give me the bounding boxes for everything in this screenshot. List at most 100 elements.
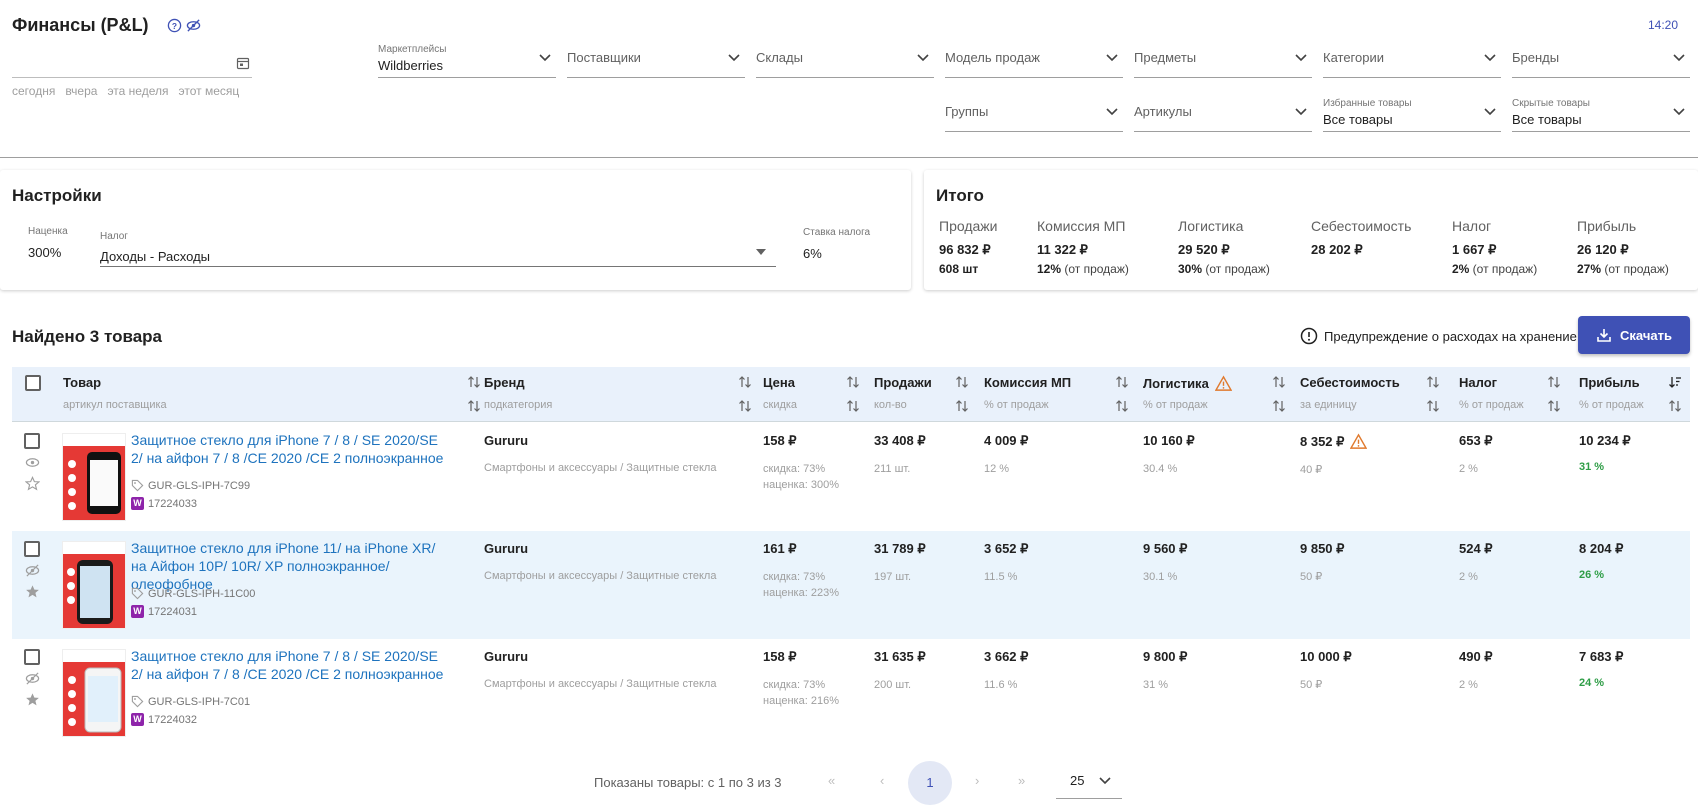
table-row[interactable]: Защитное стекло для iPhone 7 / 8 / SE 20… (12, 639, 1690, 747)
warning-icon[interactable] (1350, 433, 1368, 450)
sort-icon[interactable] (1272, 399, 1286, 413)
filter-brands[interactable]: Бренды (1512, 36, 1690, 78)
tax-rate-value: 6% (803, 246, 822, 261)
filter-placeholder: Модель продаж (945, 50, 1040, 65)
product-name-link[interactable]: Защитное стекло для iPhone 11/ на iPhone… (131, 539, 449, 593)
date-range-input[interactable] (12, 56, 252, 78)
page-size-select[interactable]: 25 (1056, 763, 1122, 799)
product-image[interactable] (62, 541, 126, 629)
sort-desc-icon[interactable] (1668, 375, 1682, 389)
star-outline-icon[interactable] (24, 476, 40, 491)
sort-icon[interactable] (1426, 375, 1440, 389)
eye-off-icon[interactable] (25, 671, 40, 686)
col-product[interactable]: Товар артикул поставщика (63, 367, 481, 422)
select-all-checkbox[interactable] (25, 375, 41, 391)
row-checkbox[interactable] (24, 433, 40, 449)
sort-icon[interactable] (1115, 399, 1129, 413)
dropdown-arrow-icon (756, 249, 766, 255)
brand-name: Gururu (484, 649, 529, 664)
totals-card: Итого Продажи 96 832 ₽ 608 шт Комиссия М… (924, 170, 1698, 290)
col-commission[interactable]: Комиссия МП % от продаж (984, 367, 1129, 422)
sort-icon[interactable] (738, 399, 752, 413)
col-profit[interactable]: Прибыль % от продаж (1579, 367, 1682, 422)
product-name-link[interactable]: Защитное стекло для iPhone 7 / 8 / SE 20… (131, 647, 449, 683)
filter-categories[interactable]: Категории (1323, 36, 1501, 78)
tax-select[interactable]: Налог Доходы - Расходы (100, 227, 776, 267)
filter-sales-model[interactable]: Модель продаж (945, 36, 1123, 78)
product-image[interactable] (62, 433, 126, 521)
sort-icon[interactable] (467, 375, 481, 389)
download-button[interactable]: Скачать (1578, 316, 1690, 354)
col-logistics[interactable]: Логистика % от продаж (1143, 367, 1286, 422)
tax-rate-field[interactable]: Ставка налога 6% (803, 227, 870, 261)
preset-today[interactable]: сегодня (12, 84, 55, 98)
filter-hidden[interactable]: Скрытые товары Все товары (1512, 90, 1690, 132)
price-cell: 158 ₽ скидка: 73% наценка: 216% (763, 649, 839, 709)
row-checkbox[interactable] (24, 649, 40, 665)
product-id: W 17224033 (131, 497, 197, 510)
cost-cell: 8 352 ₽ 40 ₽ (1300, 433, 1368, 478)
preset-this-month[interactable]: этот месяц (178, 84, 239, 98)
first-page-button[interactable]: « (828, 773, 835, 788)
commission-cell: 3 662 ₽ 11.6 % (984, 649, 1028, 693)
total-value: 28 202 ₽ (1311, 242, 1363, 257)
download-icon (1597, 329, 1611, 342)
current-page-button[interactable]: 1 (908, 761, 952, 805)
sort-icon[interactable] (846, 399, 860, 413)
sort-icon[interactable] (1272, 375, 1286, 389)
total-label: Прибыль (1577, 218, 1637, 234)
next-page-button[interactable]: › (975, 773, 979, 788)
col-sales[interactable]: Продажи кол-во (874, 367, 969, 422)
filter-articles[interactable]: Артикулы (1134, 90, 1312, 132)
last-page-button[interactable]: » (1018, 773, 1025, 788)
sort-icon[interactable] (955, 399, 969, 413)
tax-rate-label: Ставка налога (803, 227, 871, 238)
filter-marketplaces[interactable]: Маркетплейсы Wildberries (378, 36, 556, 78)
filter-groups[interactable]: Группы (945, 90, 1123, 132)
preset-this-week[interactable]: эта неделя (107, 84, 168, 98)
sort-icon[interactable] (846, 375, 860, 389)
row-checkbox[interactable] (24, 541, 40, 557)
help-icon[interactable]: ? (167, 18, 182, 33)
product-image[interactable] (62, 649, 126, 737)
col-cost[interactable]: Себестоимость за единицу (1300, 367, 1440, 422)
qty-text: 200 шт. (874, 679, 912, 691)
sort-icon[interactable] (955, 375, 969, 389)
id-text[interactable]: 17224031 (148, 606, 197, 618)
profit-value: 7 683 ₽ (1579, 649, 1624, 664)
cost-unit: 50 ₽ (1300, 679, 1323, 691)
table-row[interactable]: Защитное стекло для iPhone 7 / 8 / SE 20… (12, 423, 1690, 531)
sort-icon[interactable] (738, 375, 752, 389)
sort-icon[interactable] (1547, 399, 1561, 413)
filter-suppliers[interactable]: Поставщики (567, 36, 745, 78)
preset-yesterday[interactable]: вчера (65, 84, 97, 98)
filter-subjects[interactable]: Предметы (1134, 36, 1312, 78)
calendar-icon[interactable] (236, 56, 250, 70)
tax-cell: 490 ₽ 2 % (1459, 649, 1493, 693)
col-price[interactable]: Цена скидка (763, 367, 860, 422)
logistics-cell: 9 800 ₽ 31 % (1143, 649, 1187, 693)
col-tax[interactable]: Налог % от продаж (1459, 367, 1561, 422)
eye-off-icon[interactable] (25, 563, 40, 578)
markup-field[interactable]: Наценка 300% (28, 226, 68, 260)
star-filled-icon[interactable] (25, 584, 40, 599)
prev-page-button[interactable]: ‹ (880, 773, 884, 788)
sort-icon[interactable] (1668, 399, 1682, 413)
eye-icon[interactable] (25, 455, 40, 470)
table-row[interactable]: Защитное стекло для iPhone 11/ на iPhone… (12, 531, 1690, 639)
filter-favorites[interactable]: Избранные товары Все товары (1323, 90, 1501, 132)
sort-icon[interactable] (1115, 375, 1129, 389)
hide-icon[interactable] (186, 18, 201, 33)
product-name-link[interactable]: Защитное стекло для iPhone 7 / 8 / SE 20… (131, 431, 449, 467)
storage-warning-link[interactable]: Предупреждение о расходах на хранение (1300, 327, 1577, 345)
sort-icon[interactable] (467, 399, 481, 413)
col-brand[interactable]: Бренд подкатегория (484, 367, 752, 422)
sort-icon[interactable] (1426, 399, 1440, 413)
warning-icon[interactable] (1214, 375, 1232, 392)
id-text[interactable]: 17224032 (148, 714, 197, 726)
id-text[interactable]: 17224033 (148, 498, 197, 510)
filter-warehouses[interactable]: Склады (756, 36, 934, 78)
sort-icon[interactable] (1547, 375, 1561, 389)
divider (0, 157, 1698, 158)
star-filled-icon[interactable] (25, 692, 40, 707)
